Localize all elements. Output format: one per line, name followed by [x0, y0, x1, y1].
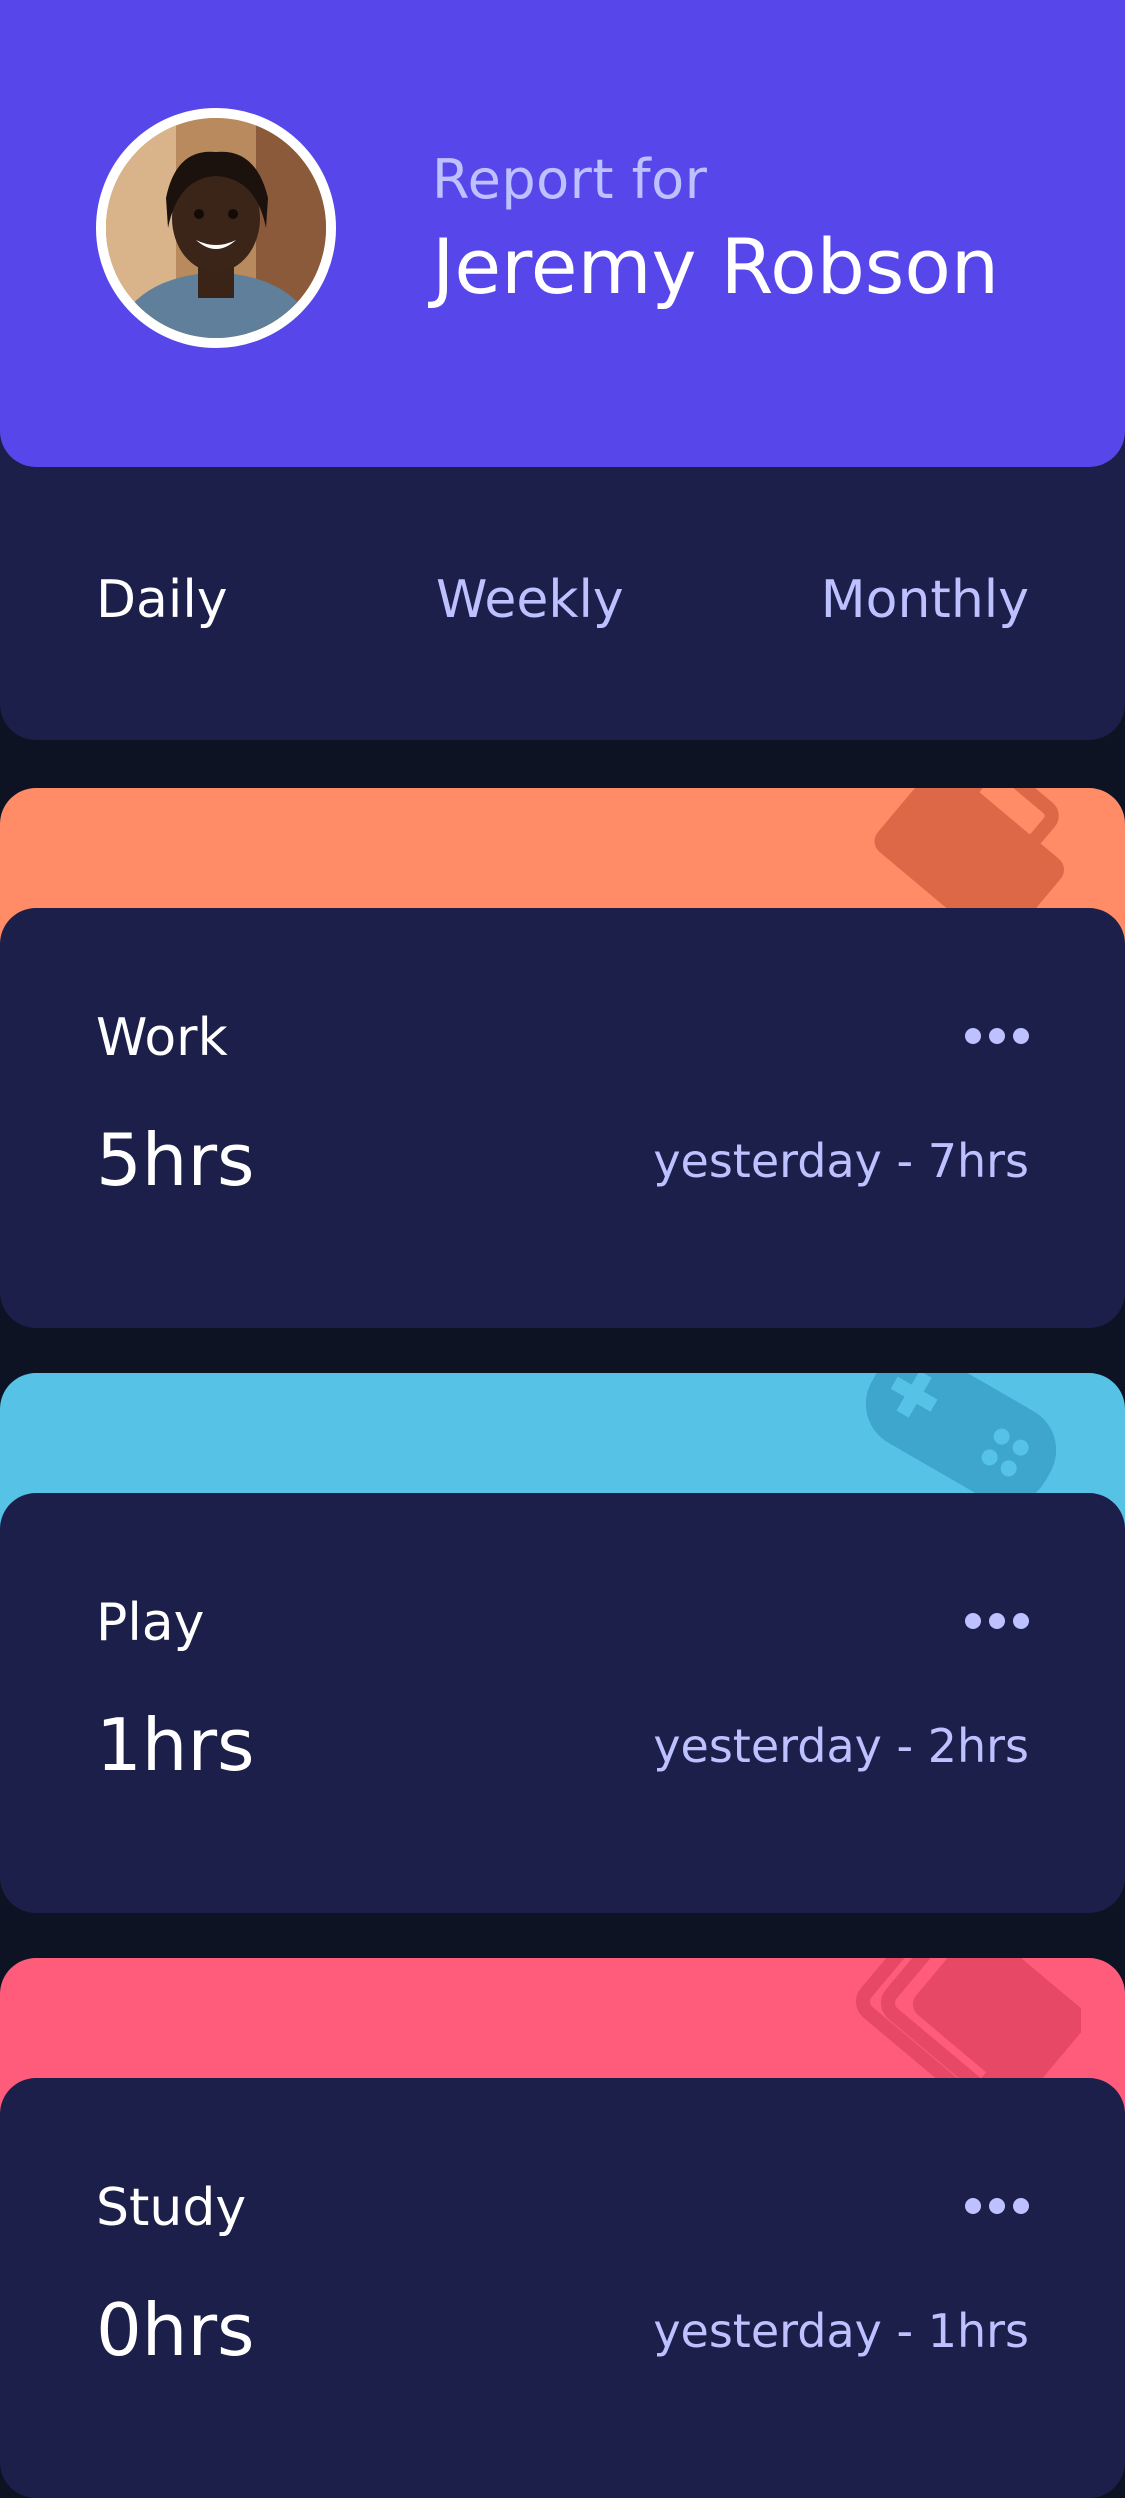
ellipsis-icon[interactable]	[965, 1026, 1029, 1046]
activity-card-study[interactable]: Study 0hrs yesterday - 1hrs	[0, 2078, 1125, 2498]
previous-hours: yesterday - 2hrs	[653, 1719, 1029, 1773]
profile-header: Report for Jeremy Robson	[0, 0, 1125, 467]
activity-title: Play	[96, 1593, 205, 1653]
avatar-photo	[106, 118, 326, 338]
activity-work: Work 5hrs yesterday - 7hrs	[0, 788, 1125, 1328]
tab-monthly[interactable]: Monthly	[821, 570, 1029, 630]
activity-title: Study	[96, 2178, 247, 2238]
user-name: Jeremy Robson	[432, 222, 1000, 311]
ellipsis-icon[interactable]	[965, 1611, 1029, 1631]
briefcase-icon	[841, 788, 1081, 912]
current-hours: 1hrs	[96, 1703, 255, 1787]
previous-hours: yesterday - 7hrs	[653, 1134, 1029, 1188]
current-hours: 5hrs	[96, 1118, 255, 1202]
avatar	[96, 108, 336, 348]
profile-card: Report for Jeremy Robson Daily Weekly Mo…	[0, 0, 1125, 740]
ellipsis-icon[interactable]	[965, 2196, 1029, 2216]
tab-weekly[interactable]: Weekly	[436, 570, 624, 630]
activity-card-work[interactable]: Work 5hrs yesterday - 7hrs	[0, 908, 1125, 1328]
activity-study: Study 0hrs yesterday - 1hrs	[0, 1958, 1125, 2498]
activity-title: Work	[96, 1008, 228, 1068]
book-icon	[841, 1958, 1081, 2082]
activity-card-play[interactable]: Play 1hrs yesterday - 2hrs	[0, 1493, 1125, 1913]
tab-daily[interactable]: Daily	[96, 570, 228, 630]
current-hours: 0hrs	[96, 2288, 255, 2372]
gamepad-icon	[841, 1373, 1081, 1497]
report-label: Report for	[432, 148, 708, 211]
activity-play: Play 1hrs yesterday - 2hrs	[0, 1373, 1125, 1913]
previous-hours: yesterday - 1hrs	[653, 2304, 1029, 2358]
